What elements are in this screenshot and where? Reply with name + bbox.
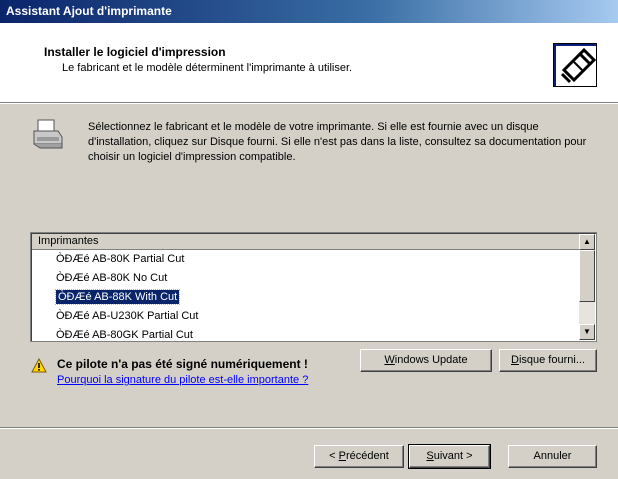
title-bar: Assistant Ajout d'imprimante <box>0 0 618 23</box>
warning-icon <box>31 357 47 374</box>
have-disk-button[interactable]: Disque fourni... <box>499 349 597 372</box>
vertical-scrollbar[interactable]: ▲ ▼ <box>579 234 595 340</box>
add-printer-wizard: Assistant Ajout d'imprimante Installer l… <box>0 0 618 479</box>
next-button[interactable]: Suivant > <box>408 444 491 469</box>
wizard-header: Installer le logiciel d'impression Le fa… <box>0 23 618 103</box>
instructions-text: Sélectionnez le fabricant et le modèle d… <box>88 121 587 163</box>
list-item[interactable]: ÒÐÆé AB-80K Partial Cut <box>32 250 579 269</box>
windows-update-button[interactable]: Windows Update <box>360 349 492 372</box>
list-item-label: ÒÐÆé AB-80K Partial Cut <box>56 253 185 265</box>
list-item-label: ÒÐÆé AB-88K With Cut <box>54 289 181 305</box>
list-item-selected[interactable]: ÒÐÆé AB-88K With Cut <box>32 288 579 307</box>
list-item-label: ÒÐÆé AB-80GK Partial Cut <box>56 329 193 341</box>
scroll-thumb[interactable] <box>579 250 595 302</box>
unsigned-driver-warning: Ce pilote n'a pas été signé numériquemen… <box>57 357 308 371</box>
back-button[interactable]: < Précédent <box>314 445 404 468</box>
footer-separator <box>0 427 618 429</box>
list-item[interactable]: ÒÐÆé AB-80GK Partial Cut <box>32 326 579 341</box>
scroll-down-button[interactable]: ▼ <box>579 324 595 340</box>
scroll-up-button[interactable]: ▲ <box>579 234 595 250</box>
header-title: Installer le logiciel d'impression <box>44 45 226 59</box>
printer-list[interactable]: Imprimantes ÒÐÆé AB-80K Partial Cut ÒÐÆé… <box>30 232 597 342</box>
header-separator <box>0 103 618 104</box>
list-item-label: ÒÐÆé AB-80K No Cut <box>56 272 168 284</box>
header-subtitle: Le fabricant et le modèle déterminent l'… <box>62 62 353 74</box>
driver-signing-link[interactable]: Pourquoi la signature du pilote est-elle… <box>57 374 308 386</box>
list-item[interactable]: ÒÐÆé AB-80K No Cut <box>32 269 579 288</box>
list-item[interactable]: ÒÐÆé AB-U230K Partial Cut <box>32 307 579 326</box>
printer-icon <box>31 117 65 151</box>
printer-list-rows: ÒÐÆé AB-80K Partial Cut ÒÐÆé AB-80K No C… <box>32 250 579 341</box>
list-item-label: ÒÐÆé AB-U230K Partial Cut <box>56 310 199 322</box>
printer-wizard-icon <box>553 43 597 87</box>
cancel-button[interactable]: Annuler <box>508 445 597 468</box>
list-column-header[interactable]: Imprimantes <box>32 234 579 250</box>
